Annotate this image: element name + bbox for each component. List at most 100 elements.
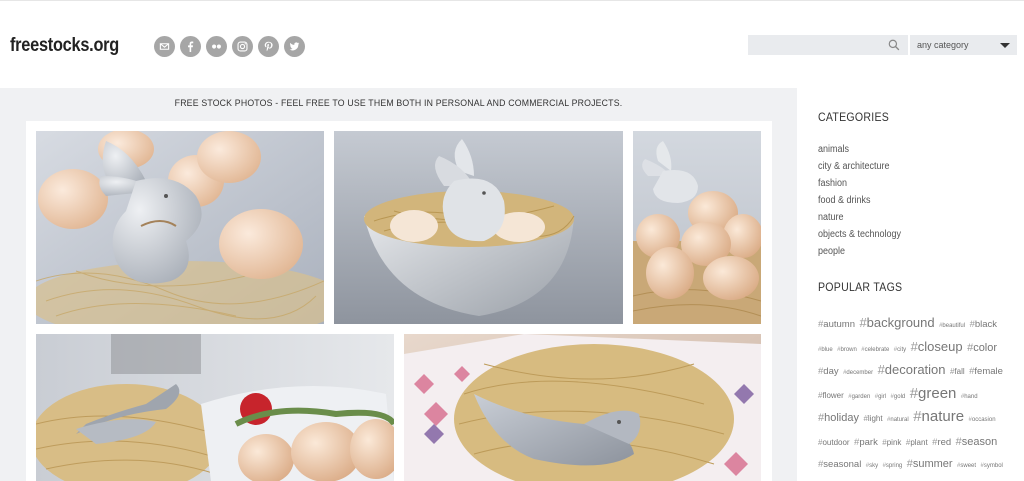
tag-label: pink (886, 437, 902, 447)
category-list: animals city & architecture fashion food… (818, 142, 910, 261)
flickr-icon[interactable] (206, 36, 227, 57)
tag-link-autumn[interactable]: #autumn (818, 319, 855, 330)
tag-link-sweet[interactable]: #sweet (957, 463, 976, 469)
tag-label: season (961, 435, 998, 448)
search-input[interactable] (748, 35, 878, 56)
tag-label: color (973, 341, 998, 354)
tag-label: blue (821, 346, 833, 353)
pinterest-icon[interactable] (258, 36, 279, 57)
social-links (154, 36, 305, 57)
tag-link-park[interactable]: #park (854, 437, 878, 448)
tag-label: fall (954, 367, 965, 376)
photo-bird-nest[interactable] (404, 334, 761, 481)
site-header: freestocks.org any category (0, 0, 1024, 88)
photo-bunny-eggs[interactable] (36, 131, 324, 324)
tag-link-december[interactable]: #december (843, 370, 873, 376)
tag-link-day[interactable]: #day (818, 366, 839, 377)
category-link-food-drinks[interactable]: food & drinks (818, 193, 901, 210)
tag-link-closeup[interactable]: #closeup (911, 339, 963, 354)
tag-label: gold (893, 393, 906, 400)
tag-link-black[interactable]: #black (970, 319, 997, 330)
search-icon[interactable] (888, 39, 900, 51)
tag-label: outdoor (822, 437, 850, 447)
instagram-icon[interactable] (232, 36, 253, 57)
tag-link-spring[interactable]: #spring (883, 463, 903, 469)
tag-link-blue[interactable]: #blue (818, 347, 833, 353)
tag-link-occasion[interactable]: #occasion (969, 417, 996, 423)
tag-link-color[interactable]: #color (967, 342, 997, 354)
tag-label: background (866, 315, 935, 330)
tag-link-seasonal[interactable]: #seasonal (818, 459, 861, 470)
tag-label: day (823, 366, 839, 377)
tag-label: decoration (884, 362, 946, 377)
tag-link-sky[interactable]: #sky (866, 463, 878, 469)
tag-link-background[interactable]: #background (859, 315, 934, 330)
tag-label: seasonal (823, 459, 862, 470)
category-link-fashion[interactable]: fashion (818, 176, 901, 193)
tag-link-fall[interactable]: #fall (950, 367, 965, 376)
tag-link-natural[interactable]: #natural (887, 417, 909, 423)
tag-link-outdoor[interactable]: #outdoor (818, 438, 850, 447)
category-link-city-architecture[interactable]: city & architecture (818, 159, 901, 176)
tag-label: natural (890, 417, 909, 423)
tag-link-holiday[interactable]: #holiday (818, 412, 859, 424)
tag-link-female[interactable]: #female (969, 366, 1003, 377)
category-link-animals[interactable]: animals (818, 142, 901, 159)
tag-label: city (897, 346, 907, 353)
tag-link-garden[interactable]: #garden (848, 394, 870, 400)
tag-link-season[interactable]: #season (956, 436, 998, 448)
category-link-objects-technology[interactable]: objects & technology (818, 227, 901, 244)
photo-bird-bowl[interactable] (36, 334, 394, 481)
tag-link-light[interactable]: #light (863, 414, 882, 423)
tag-label: sky (869, 463, 879, 469)
tag-link-symbol[interactable]: #symbol (981, 463, 1003, 469)
tag-label: brown (840, 346, 857, 353)
twitter-icon[interactable] (284, 36, 305, 57)
tag-label: symbol (983, 463, 1003, 469)
facebook-icon[interactable] (180, 36, 201, 57)
tag-link-decoration[interactable]: #decoration (878, 362, 946, 377)
tag-label: closeup (917, 338, 963, 354)
tag-label: plant (910, 437, 928, 447)
tag-link-nature[interactable]: #nature (913, 408, 964, 425)
tag-link-gold[interactable]: #gold (891, 394, 906, 400)
tag-link-beautiful[interactable]: #beautiful (939, 323, 965, 329)
tag-link-summer[interactable]: #summer (907, 458, 953, 470)
tag-label: autumn (823, 319, 855, 330)
email-icon[interactable] (154, 36, 175, 57)
tag-label: light (867, 414, 883, 423)
photo-bunny-basket[interactable] (633, 131, 761, 324)
hash-icon: # (859, 315, 867, 330)
tag-label: celebrate (864, 346, 890, 353)
tag-label: beautiful (942, 323, 966, 329)
tag-label: green (918, 384, 957, 402)
tag-link-city[interactable]: #city (894, 347, 906, 353)
tag-link-red[interactable]: #red (932, 437, 951, 448)
category-link-people[interactable]: people (818, 244, 901, 261)
chevron-down-icon (1000, 43, 1010, 48)
tag-link-plant[interactable]: #plant (906, 438, 928, 447)
tag-label: girl (878, 393, 887, 400)
tag-link-hand[interactable]: #hand (961, 394, 978, 400)
tag-cloud: #autumn #background #beautiful #black #b… (818, 313, 1008, 481)
categories-heading: CATEGORIES (818, 110, 890, 124)
tag-link-celebrate[interactable]: #celebrate (861, 347, 889, 353)
page-tagline: FREE STOCK PHOTOS - FEEL FREE TO USE THE… (174, 98, 623, 109)
category-select-value: any category (917, 40, 969, 50)
tag-label: nature (921, 408, 965, 425)
tag-label: female (974, 366, 1003, 377)
tag-link-flower[interactable]: #flower (818, 391, 844, 400)
main-content: FREE STOCK PHOTOS - FEEL FREE TO USE THE… (0, 88, 797, 481)
tag-link-green[interactable]: #green (910, 385, 957, 402)
tag-link-girl[interactable]: #girl (875, 394, 886, 400)
sidebar: CATEGORIES animals city & architecture f… (797, 88, 1024, 481)
tag-label: december (846, 370, 874, 376)
tag-link-pink[interactable]: #pink (882, 438, 901, 447)
category-select[interactable]: any category (910, 35, 1017, 55)
category-link-nature[interactable]: nature (818, 210, 901, 227)
tag-link-brown[interactable]: #brown (837, 347, 857, 353)
site-logo[interactable]: freestocks.org (10, 35, 119, 57)
photo-bunny-bowl[interactable] (334, 131, 623, 324)
tag-label: flower (822, 390, 844, 400)
hash-icon: # (877, 362, 885, 377)
